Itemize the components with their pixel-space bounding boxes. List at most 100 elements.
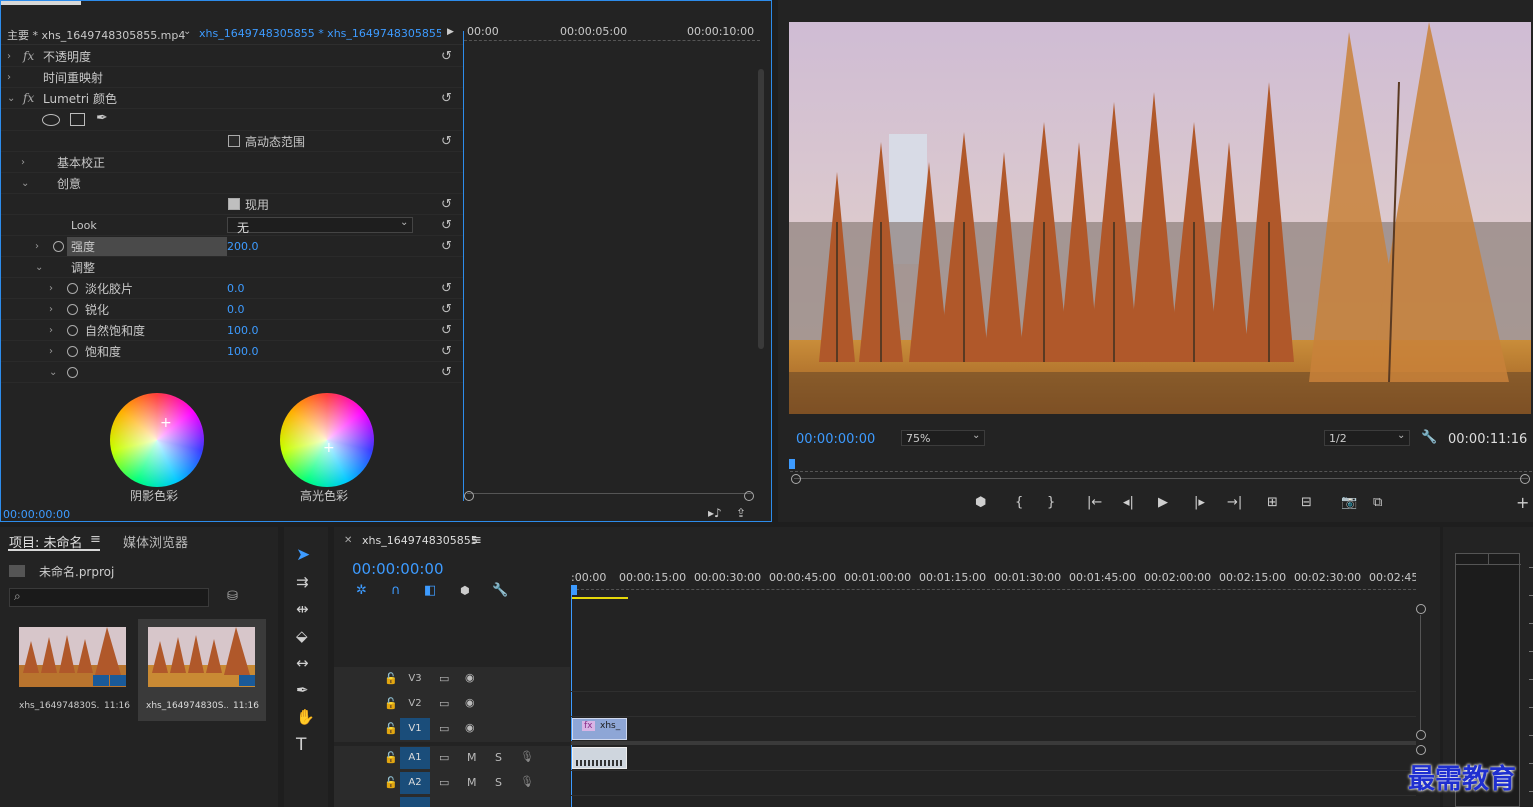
project-item-selected[interactable]: xhs_164974830S... 11:16 — [138, 619, 266, 721]
reset-icon[interactable]: ↺ — [441, 365, 452, 380]
intensity-value[interactable]: 200.0 — [227, 240, 259, 253]
lock-icon[interactable]: 🔓 — [384, 776, 398, 789]
go-to-out-icon[interactable]: →| — [1227, 495, 1242, 510]
solo-button[interactable]: S — [495, 751, 502, 764]
sequence-tab[interactable]: xhs_1649748305855 — [362, 534, 478, 547]
scroll-handle[interactable] — [1416, 604, 1426, 614]
fx-icon[interactable]: fx — [23, 91, 34, 105]
color-wheels-row[interactable]: ⌄ ↺ — [1, 362, 463, 383]
chevron-right-icon[interactable]: › — [7, 72, 11, 83]
chevron-right-icon[interactable]: › — [49, 346, 53, 357]
reset-icon[interactable]: ↺ — [441, 197, 452, 212]
search-input[interactable]: ⌕ — [9, 588, 209, 607]
track-lane-v3[interactable] — [571, 667, 1416, 692]
track-lane-v2[interactable] — [571, 692, 1416, 717]
vibrance-row[interactable]: › 自然饱和度 100.0 ↺ — [1, 320, 463, 341]
snap-icon[interactable]: ∩ — [391, 583, 401, 598]
vibrance-value[interactable]: 100.0 — [227, 324, 259, 337]
microphone-icon[interactable]: 🎙 — [520, 775, 534, 788]
resolution-dropdown[interactable]: 1/2 ⌄ — [1324, 430, 1410, 446]
stopwatch-icon[interactable] — [67, 346, 78, 357]
track-label[interactable]: V3 — [400, 668, 430, 690]
selection-tool-icon[interactable]: ➤ — [296, 545, 310, 565]
slip-icon[interactable]: ↔ — [296, 654, 309, 672]
track-label[interactable]: V2 — [400, 693, 430, 715]
export-icon[interactable]: ⇪ — [736, 506, 746, 520]
toggle-sync-icon[interactable]: ▭ — [439, 751, 449, 764]
shadow-tint-wheel[interactable]: + — [110, 393, 204, 487]
reset-icon[interactable]: ↺ — [441, 302, 452, 317]
stopwatch-icon[interactable] — [53, 241, 64, 252]
track-lane-a1[interactable] — [571, 746, 1416, 771]
reset-icon[interactable]: ↺ — [441, 239, 452, 254]
timeline-timecode[interactable]: 00:00:00:00 — [352, 560, 444, 578]
play-icon[interactable]: ▶ — [447, 27, 454, 37]
chevron-right-icon[interactable]: › — [49, 304, 53, 315]
go-to-in-icon[interactable]: |← — [1087, 495, 1102, 510]
solo-button[interactable]: S — [495, 776, 502, 789]
chevron-down-icon[interactable]: ⌄ — [21, 178, 29, 189]
extract-icon[interactable]: ⊟ — [1301, 495, 1312, 510]
work-area-bar[interactable] — [571, 597, 628, 599]
lock-icon[interactable]: 🔓 — [384, 672, 398, 685]
reset-icon[interactable]: ↺ — [441, 344, 452, 359]
hamburger-icon[interactable]: ≡ — [90, 532, 101, 547]
sharpen-row[interactable]: › 锐化 0.0 ↺ — [1, 299, 463, 320]
enable-checkbox[interactable] — [228, 198, 240, 210]
track-header-a1[interactable]: 🔓 A1 ▭ M S 🎙 — [334, 746, 570, 771]
track-header-a2[interactable]: 🔓 A2 ▭ M S 🎙 — [334, 771, 570, 796]
track-select-icon[interactable]: ⇉ — [296, 573, 309, 591]
add-button[interactable]: + — [1516, 493, 1529, 512]
reset-icon[interactable]: ↺ — [441, 218, 452, 233]
toggle-sync-icon[interactable]: ▭ — [439, 697, 449, 710]
pen-tool-icon[interactable]: ✒ — [296, 681, 309, 699]
audio-play-icon[interactable]: ▸♪ — [708, 506, 722, 520]
eye-icon[interactable]: ◉ — [465, 721, 475, 734]
scroll-handle[interactable] — [1416, 730, 1426, 740]
hdr-row[interactable]: 高动态范围 ↺ — [1, 131, 463, 152]
faded-film-row[interactable]: › 淡化胶片 0.0 ↺ — [1, 278, 463, 299]
add-marker-icon[interactable]: ⬢ — [460, 584, 470, 597]
reset-icon[interactable]: ↺ — [441, 91, 452, 106]
faded-film-value[interactable]: 0.0 — [227, 282, 245, 295]
track-lane-v1[interactable] — [571, 717, 1416, 742]
track-header-v1[interactable]: 🔓 V1 ▭ ◉ — [334, 717, 570, 742]
scroll-handle-right[interactable] — [1520, 474, 1530, 484]
track-lane-a2[interactable] — [571, 771, 1416, 796]
mute-button[interactable]: M — [467, 776, 477, 789]
saturation-row[interactable]: › 饱和度 100.0 ↺ — [1, 341, 463, 362]
hamburger-icon[interactable]: ≡ — [471, 533, 482, 548]
effect-timeline-ruler[interactable]: 00:00 00:00:05:00 00:00:10:00 — [464, 23, 764, 45]
track-header-v2[interactable]: 🔓 V2 ▭ ◉ — [334, 692, 570, 717]
saturation-value[interactable]: 100.0 — [227, 345, 259, 358]
camera-icon[interactable]: 📷 — [1341, 495, 1357, 510]
type-tool-icon[interactable]: T — [296, 735, 306, 755]
reset-icon[interactable]: ↺ — [441, 323, 452, 338]
nest-icon[interactable]: ✲ — [356, 583, 367, 598]
toggle-sync-icon[interactable]: ▭ — [439, 776, 449, 789]
chevron-down-icon[interactable]: ⌄ — [183, 26, 191, 37]
chevron-right-icon[interactable]: › — [35, 241, 39, 252]
hdr-checkbox[interactable] — [228, 135, 240, 147]
close-icon[interactable]: ✕ — [344, 535, 352, 546]
tab-media-browser[interactable]: 媒体浏览器 — [123, 532, 188, 551]
wrench-icon[interactable]: 🔧 — [492, 583, 508, 598]
scroll-handle-left[interactable] — [464, 491, 474, 501]
timeline-ruler[interactable]: :00:00 00:00:15:00 00:00:30:00 00:00:45:… — [571, 571, 1416, 599]
pen-mask-icon[interactable]: ✒ — [96, 110, 108, 126]
project-item[interactable]: xhs_164974830S... 11:16 — [9, 619, 137, 721]
stopwatch-icon[interactable] — [67, 304, 78, 315]
play-button[interactable]: ▶ — [1158, 495, 1168, 510]
track-label[interactable]: V1 — [400, 718, 430, 740]
lumetri-row[interactable]: ⌄ fx Lumetri 颜色 ↺ — [1, 88, 463, 109]
reset-icon[interactable]: ↺ — [441, 134, 452, 149]
program-timecode[interactable]: 00:00:00:00 — [796, 432, 875, 447]
mark-out-icon[interactable]: } — [1047, 495, 1055, 510]
compare-icon[interactable]: ⧉ — [1373, 495, 1382, 510]
track-label[interactable]: A1 — [400, 747, 430, 769]
lock-icon[interactable]: 🔓 — [384, 722, 398, 735]
track-divider[interactable] — [571, 741, 1416, 745]
mark-in-icon[interactable]: { — [1015, 495, 1023, 510]
razor-icon[interactable]: ⬙ — [296, 627, 308, 645]
highlight-tint-wheel[interactable]: + — [280, 393, 374, 487]
